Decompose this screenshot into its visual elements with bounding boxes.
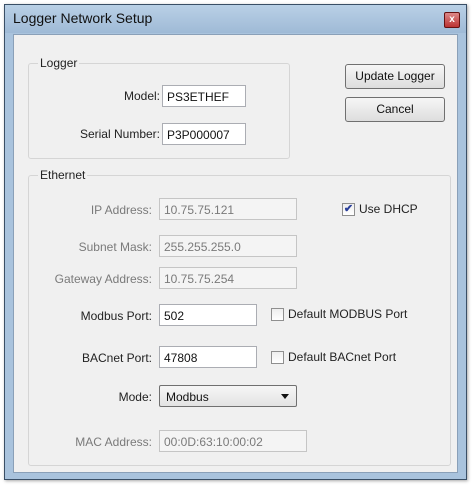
title-bar[interactable]: Logger Network Setup x — [5, 5, 466, 33]
default-modbus-port-checkbox[interactable] — [271, 308, 284, 321]
use-dhcp-checkbox[interactable]: ✔ — [342, 203, 355, 216]
bacnet-port-field[interactable]: 47808 — [159, 346, 257, 368]
mode-label: Mode: — [118, 390, 152, 404]
default-bacnet-port-checkbox[interactable] — [271, 351, 284, 364]
subnet-mask-field[interactable]: 255.255.255.0 — [159, 235, 297, 257]
modbus-port-field[interactable]: 502 — [159, 304, 257, 326]
gateway-address-field[interactable]: 10.75.75.254 — [159, 267, 297, 289]
cancel-button[interactable]: Cancel — [345, 97, 445, 122]
close-icon[interactable]: x — [444, 12, 460, 28]
ethernet-group-label: Ethernet — [38, 168, 88, 182]
gateway-address-label: Gateway Address: — [54, 272, 152, 286]
use-dhcp-label[interactable]: Use DHCP — [359, 202, 418, 216]
subnet-mask-label: Subnet Mask: — [78, 240, 152, 254]
model-label: Model: — [123, 89, 160, 103]
modbus-port-label: Modbus Port: — [80, 309, 152, 323]
default-modbus-port-label[interactable]: Default MODBUS Port — [288, 307, 407, 321]
window-title: Logger Network Setup — [13, 10, 153, 26]
model-field[interactable]: PS3ETHEF — [162, 85, 246, 107]
logger-network-setup-window: Logger Network Setup x Logger Model: PS3… — [4, 4, 467, 480]
default-bacnet-port-label[interactable]: Default BACnet Port — [288, 350, 396, 364]
ip-address-label: IP Address: — [90, 203, 152, 217]
logger-groupbox — [28, 63, 290, 159]
mac-address-label: MAC Address: — [75, 435, 152, 449]
mac-address-field[interactable]: 00:0D:63:10:00:02 — [159, 430, 307, 452]
logger-group-label: Logger — [38, 56, 80, 70]
update-logger-button[interactable]: Update Logger — [345, 64, 445, 89]
dialog-client-area: Logger Model: PS3ETHEF Serial Number: P3… — [13, 34, 458, 473]
serial-number-label: Serial Number: — [79, 127, 160, 141]
chevron-down-icon — [281, 394, 289, 399]
bacnet-port-label: BACnet Port: — [81, 351, 152, 365]
mode-selected-value: Modbus — [166, 390, 209, 404]
mode-dropdown[interactable]: Modbus — [159, 385, 297, 407]
ip-address-field[interactable]: 10.75.75.121 — [159, 198, 297, 220]
serial-number-field[interactable]: P3P000007 — [162, 123, 246, 145]
